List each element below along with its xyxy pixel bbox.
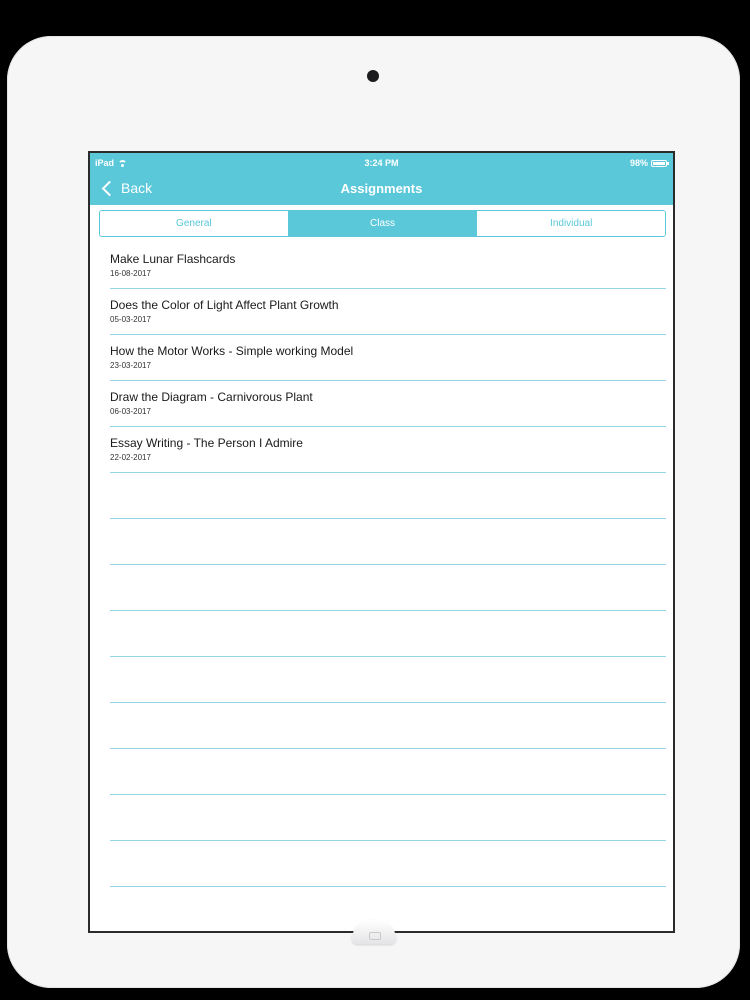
app-screen: iPad 3:24 PM 98% Back Assignments Genera… — [88, 151, 675, 933]
list-item[interactable]: Draw the Diagram - Carnivorous Plant 06-… — [110, 381, 666, 427]
empty-row — [110, 657, 666, 703]
status-bar: iPad 3:24 PM 98% — [90, 153, 673, 171]
empty-row — [110, 473, 666, 519]
list-item[interactable]: How the Motor Works - Simple working Mod… — [110, 335, 666, 381]
empty-row — [110, 611, 666, 657]
assignment-date: 06-03-2017 — [110, 407, 151, 416]
tab-individual[interactable]: Individual — [476, 211, 665, 236]
home-square-icon — [369, 932, 381, 940]
camera-icon — [367, 70, 379, 82]
assignment-title: Does the Color of Light Affect Plant Gro… — [110, 298, 339, 312]
assignment-title: Draw the Diagram - Carnivorous Plant — [110, 390, 313, 404]
empty-row — [110, 841, 666, 887]
navigation-bar: iPad 3:24 PM 98% Back Assignments — [90, 153, 673, 205]
empty-row — [110, 749, 666, 795]
home-button[interactable] — [352, 920, 396, 944]
ipad-frame: iPad 3:24 PM 98% Back Assignments Genera… — [7, 36, 740, 988]
empty-row — [110, 565, 666, 611]
assignment-title: How the Motor Works - Simple working Mod… — [110, 344, 354, 358]
assignment-date: 16-08-2017 — [110, 269, 151, 278]
empty-row — [110, 795, 666, 841]
empty-row — [110, 519, 666, 565]
tab-class[interactable]: Class — [287, 211, 477, 236]
status-time: 3:24 PM — [364, 158, 399, 168]
list-item[interactable]: Essay Writing - The Person I Admire 22-0… — [110, 427, 666, 473]
list-item[interactable]: Does the Color of Light Affect Plant Gro… — [110, 289, 666, 335]
assignment-date: 22-02-2017 — [110, 453, 151, 462]
status-right: 98% — [629, 158, 669, 168]
assignment-date: 23-03-2017 — [110, 361, 151, 370]
battery-percent: 98% — [629, 158, 648, 168]
battery-icon — [651, 159, 669, 167]
page-title: Assignments — [340, 181, 423, 196]
assignment-date: 05-03-2017 — [110, 315, 151, 324]
assignment-list: Make Lunar Flashcards 16-08-2017 Does th… — [110, 243, 666, 887]
tab-general[interactable]: General — [100, 211, 288, 236]
list-item[interactable]: Make Lunar Flashcards 16-08-2017 — [110, 243, 666, 289]
assignment-type-tabs: General Class Individual — [99, 210, 666, 237]
assignment-title: Make Lunar Flashcards — [110, 252, 236, 266]
empty-row — [110, 703, 666, 749]
assignment-title: Essay Writing - The Person I Admire — [110, 436, 303, 450]
